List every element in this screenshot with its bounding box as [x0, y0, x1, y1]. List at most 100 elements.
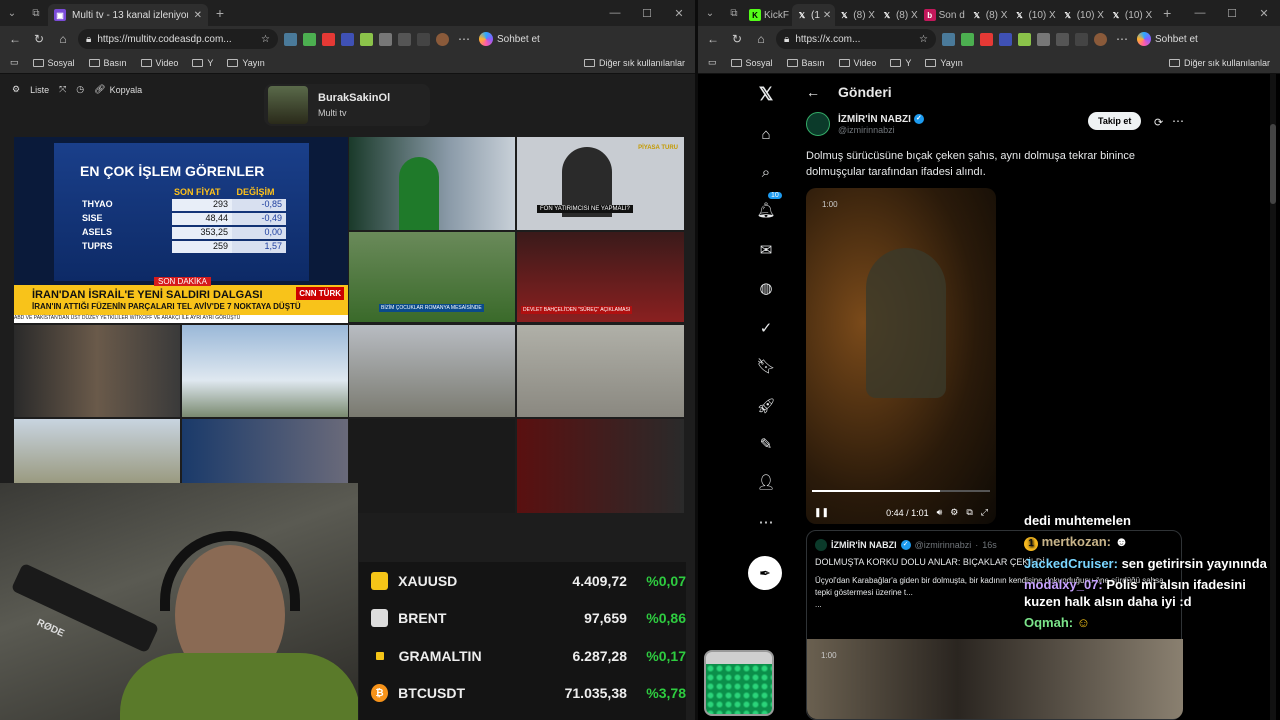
volume-icon[interactable]: 🔊︎ [937, 507, 943, 518]
star-icon[interactable]: ☆ [919, 34, 928, 45]
reading-list-icon[interactable]: ▭ [708, 57, 717, 68]
video-player[interactable]: 1:00 ❚❚ 0:44 / 1:01 🔊︎ ⚙ ⧉ ⤢ [806, 188, 996, 524]
copilot-button[interactable]: Sohbet et [1137, 32, 1198, 46]
messages-icon[interactable]: ✉ [754, 238, 778, 262]
extension-icon[interactable] [303, 32, 316, 46]
tab-x[interactable]: 𝕏 (8) X [835, 4, 878, 26]
bookmark-folder[interactable]: Yayın [227, 58, 265, 68]
workspaces-icon[interactable]: ⧉ [722, 0, 746, 26]
video-progress-bar[interactable] [812, 490, 990, 492]
scrollbar-thumb[interactable] [1270, 124, 1276, 204]
grok-post-icon[interactable]: ⟳ [1154, 116, 1163, 129]
extension-icon[interactable] [341, 32, 354, 46]
bookmark-folder[interactable]: Video [838, 58, 876, 68]
tv-feed-main[interactable]: EN ÇOK İŞLEM GÖRENLER SON FİYAT DEĞİŞİM … [14, 137, 348, 323]
extension-icon[interactable] [961, 32, 974, 46]
extension-icon[interactable] [1037, 32, 1050, 46]
bookmark-folder[interactable]: Y [890, 58, 911, 68]
pip-icon[interactable]: ⧉ [966, 507, 972, 518]
more-icon[interactable]: ⋯ [754, 510, 778, 534]
more-menu-icon[interactable]: ⋯ [1113, 32, 1131, 46]
tv-feed-multicam[interactable] [349, 419, 515, 513]
address-bar[interactable]: 🔒︎ https://multitv.codeasdp.com... ☆ [78, 29, 278, 49]
favorites-icon[interactable] [417, 32, 430, 46]
notifications-icon[interactable]: 🔔︎ 10 [754, 192, 782, 222]
bookmark-folder[interactable]: Basın [786, 58, 825, 68]
other-favorites[interactable]: Diğer sık kullanılanlar [1168, 58, 1270, 68]
settings-icon[interactable]: ⚙ [12, 84, 20, 95]
post-button[interactable]: ✒ [748, 556, 782, 590]
maximize-icon[interactable]: ☐ [631, 7, 663, 20]
bookmark-folder[interactable]: Sosyal [32, 58, 75, 68]
rocket-icon[interactable]: 🚀︎ [754, 394, 778, 418]
tv-feed-politics[interactable]: DEVLET BAHÇELİ'DEN "SÜREÇ" AÇIKLAMASI [517, 232, 684, 322]
tv-feed-football[interactable]: BİZİM ÇOCUKLAR ROMANYA MESAİSİNDE [349, 232, 515, 322]
extension-icon[interactable] [1018, 32, 1031, 46]
bookmark-folder[interactable]: Y [192, 58, 213, 68]
close-tab-icon[interactable]: ✕ [823, 10, 831, 21]
extension-icon[interactable] [360, 32, 373, 46]
profile-icon[interactable]: 👤︎ [754, 470, 778, 494]
refresh-icon[interactable]: ↻ [30, 32, 48, 46]
extension-icon[interactable] [999, 32, 1012, 46]
profile-avatar[interactable] [1094, 32, 1107, 46]
refresh-icon[interactable]: ↻ [728, 32, 746, 46]
copy-button[interactable]: 🔗︎ Kopyala [94, 84, 142, 95]
address-bar[interactable]: 🔒︎ https://x.com... ☆ [776, 29, 936, 49]
copilot-button[interactable]: Sohbet et [479, 32, 540, 46]
bookmark-folder[interactable]: Sosyal [730, 58, 773, 68]
close-window-icon[interactable]: ✕ [663, 7, 695, 20]
extension-icon[interactable] [980, 32, 993, 46]
other-favorites[interactable]: Diğer sık kullanılanlar [583, 58, 685, 68]
back-icon[interactable]: ← [704, 32, 722, 46]
avatar[interactable] [806, 112, 830, 136]
extension-icon[interactable] [398, 32, 411, 46]
tv-feed-studio[interactable] [182, 419, 348, 483]
tv-feed-city-cam[interactable] [349, 325, 515, 417]
home-icon[interactable]: ⌂ [754, 122, 778, 146]
new-tab-icon[interactable]: + [208, 0, 232, 26]
reading-list-icon[interactable]: ▭ [10, 57, 19, 68]
home-icon[interactable]: ⌂ [54, 32, 72, 46]
tab-x[interactable]: 𝕏 (10) X [1010, 4, 1058, 26]
tab-x[interactable]: 𝕏 (10) X [1059, 4, 1107, 26]
more-menu-icon[interactable]: ⋯ [455, 32, 473, 46]
tab-kick[interactable]: K KickF [746, 4, 792, 26]
bookmark-folder[interactable]: Video [140, 58, 178, 68]
grok-icon[interactable]: ◍ [754, 276, 778, 300]
minimize-icon[interactable]: — [1184, 7, 1216, 20]
close-window-icon[interactable]: ✕ [1248, 7, 1280, 20]
tv-feed-news-anchor[interactable] [349, 137, 515, 230]
tv-feed-interview[interactable] [14, 325, 180, 417]
extension-icon[interactable] [1056, 32, 1069, 46]
workspaces-icon[interactable]: ⧉ [24, 0, 48, 26]
extension-icon[interactable] [284, 32, 297, 46]
close-tab-icon[interactable]: ✕ [194, 10, 202, 21]
search-icon[interactable]: ⌕ [754, 160, 778, 184]
bookmark-folder[interactable]: Yayın [925, 58, 963, 68]
profile-avatar[interactable] [436, 32, 449, 46]
post-more-icon[interactable]: ⋯ [1172, 114, 1184, 128]
settings-icon[interactable]: ⚙ [950, 507, 958, 518]
tab-x-active[interactable]: 𝕏 (1 ✕ [792, 4, 836, 26]
tab-multitv[interactable]: ▣ Multi tv - 13 kanal izleniyor ✕ [48, 4, 208, 26]
minimize-icon[interactable]: — [599, 7, 631, 20]
timer-icon[interactable]: ◷ [76, 84, 84, 95]
post-author[interactable]: İZMİR'İN NABZI ✓ @izmirinnabzi [806, 112, 924, 136]
back-icon[interactable]: ← [6, 32, 24, 46]
bookmark-folder[interactable]: Basın [88, 58, 127, 68]
fullscreen-icon[interactable]: ⤢ [981, 507, 988, 518]
favorites-icon[interactable] [1075, 32, 1088, 46]
tab-news[interactable]: b Son d [921, 4, 968, 26]
tv-feed-finance[interactable]: PİYASA TURU FON YATIRIMCISI NE YAPMALI? [517, 137, 684, 230]
tab-x[interactable]: 𝕏 (8) X [878, 4, 921, 26]
star-icon[interactable]: ☆ [261, 34, 270, 45]
tab-x[interactable]: 𝕏 (10) X [1107, 4, 1155, 26]
tab-list-icon[interactable]: ⌄ [0, 0, 24, 26]
extension-icon[interactable] [379, 32, 392, 46]
extension-icon[interactable] [322, 32, 335, 46]
pause-icon[interactable]: ❚❚ [814, 507, 829, 518]
extension-icon[interactable] [942, 32, 955, 46]
tab-x[interactable]: 𝕏 (8) X [968, 4, 1011, 26]
list-button[interactable]: Liste [30, 85, 49, 95]
